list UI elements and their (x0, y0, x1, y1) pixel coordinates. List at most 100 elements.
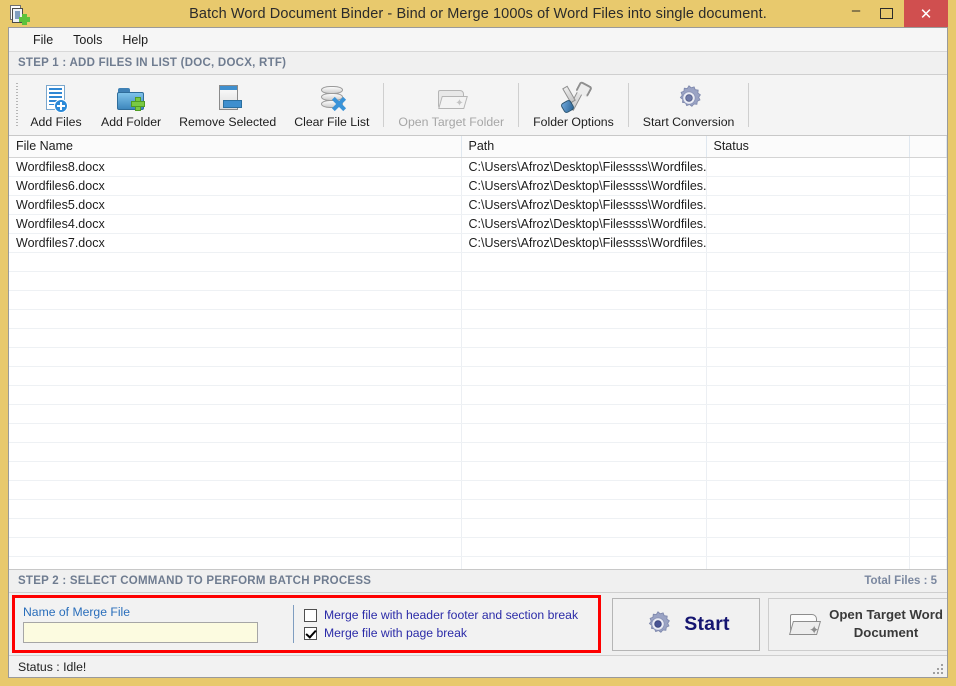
add-folder-label: Add Folder (101, 115, 161, 129)
add-files-icon (40, 83, 72, 113)
folder-options-button[interactable]: Folder Options (524, 75, 623, 135)
toolbar-separator-4 (748, 83, 749, 127)
app-document-add-icon (7, 3, 29, 25)
table-row-empty (9, 347, 947, 366)
menu-item-file[interactable]: File (23, 31, 63, 49)
cell-empty (9, 328, 461, 347)
cell-empty (706, 271, 909, 290)
window-controls: – ✕ (841, 0, 956, 27)
cell-path: C:\Users\Afroz\Desktop\Filessss\Wordfile… (461, 233, 706, 252)
checkbox-header-footer[interactable] (304, 609, 317, 622)
cell-path: C:\Users\Afroz\Desktop\Filessss\Wordfile… (461, 214, 706, 233)
cell-empty (9, 290, 461, 309)
open-label-line2: Document (854, 625, 918, 640)
maximize-button[interactable] (871, 0, 901, 27)
cell-file-name: Wordfiles6.docx (9, 176, 461, 195)
table-row[interactable]: Wordfiles4.docx C:\Users\Afroz\Desktop\F… (9, 214, 947, 233)
gear-icon (673, 83, 705, 113)
start-button[interactable]: Start (612, 598, 760, 651)
cell-empty (9, 271, 461, 290)
cell-empty (706, 461, 909, 480)
resize-grip[interactable] (931, 662, 943, 674)
cell-empty (909, 252, 947, 271)
add-folder-button[interactable]: Add Folder (92, 75, 170, 135)
table-row-empty (9, 480, 947, 499)
cell-empty (706, 252, 909, 271)
column-header-file-name[interactable]: File Name (9, 136, 461, 157)
table-row-empty (9, 309, 947, 328)
cell-empty (461, 442, 706, 461)
cell-file-name: Wordfiles5.docx (9, 195, 461, 214)
start-button-label: Start (684, 613, 729, 636)
cell-empty (909, 537, 947, 556)
clear-file-list-icon (316, 83, 348, 113)
cell-empty (461, 518, 706, 537)
table-header-row: File Name Path Status (9, 136, 947, 157)
menu-item-tools[interactable]: Tools (63, 31, 112, 49)
column-header-extra[interactable] (909, 136, 947, 157)
file-list[interactable]: File Name Path Status Wordfiles8.docx C:… (9, 136, 947, 570)
step2-header: STEP 2 : SELECT COMMAND TO PERFORM BATCH… (9, 570, 947, 593)
open-label-line1: Open Target Word (829, 607, 943, 622)
cell-empty (461, 252, 706, 271)
cell-empty (909, 271, 947, 290)
cell-empty (461, 385, 706, 404)
cell-empty (461, 366, 706, 385)
checkbox-row-page-break[interactable]: Merge file with page break (304, 626, 578, 640)
cell-file-name: Wordfiles4.docx (9, 214, 461, 233)
step1-header: STEP 1 : ADD FILES IN LIST (DOC, DOCX, R… (9, 52, 947, 75)
cell-empty (706, 347, 909, 366)
cell-empty (909, 290, 947, 309)
table-row-empty (9, 385, 947, 404)
cell-empty (9, 404, 461, 423)
title-bar: Batch Word Document Binder - Bind or Mer… (0, 0, 956, 27)
folder-options-label: Folder Options (533, 115, 614, 129)
table-row[interactable]: Wordfiles5.docx C:\Users\Afroz\Desktop\F… (9, 195, 947, 214)
table-row-empty (9, 518, 947, 537)
toolbar: Add Files Add Folder Remove Selected Cle… (9, 75, 947, 136)
open-word-folder-icon: ✦ (788, 609, 822, 639)
checkbox-page-break[interactable] (304, 627, 317, 640)
add-files-button[interactable]: Add Files (20, 75, 92, 135)
table-row-empty (9, 252, 947, 271)
table-row[interactable]: Wordfiles6.docx C:\Users\Afroz\Desktop\F… (9, 176, 947, 195)
tools-icon (557, 83, 589, 113)
table-row[interactable]: Wordfiles8.docx C:\Users\Afroz\Desktop\F… (9, 157, 947, 176)
cell-empty (9, 366, 461, 385)
cell-empty (909, 309, 947, 328)
minimize-button[interactable]: – (841, 0, 871, 27)
cell-extra (909, 157, 947, 176)
cell-empty (9, 537, 461, 556)
clear-file-list-button[interactable]: Clear File List (285, 75, 378, 135)
cell-empty (706, 480, 909, 499)
step1-header-label: STEP 1 : ADD FILES IN LIST (DOC, DOCX, R… (18, 57, 286, 69)
clear-file-list-label: Clear File List (294, 115, 369, 129)
menu-item-help[interactable]: Help (112, 31, 158, 49)
open-target-folder-button: ✦ Open Target Folder (389, 75, 513, 135)
checkbox-row-header-footer[interactable]: Merge file with header footer and sectio… (304, 608, 578, 622)
cell-status (706, 176, 909, 195)
column-header-path[interactable]: Path (461, 136, 706, 157)
merge-options-panel: Name of Merge File Merge file with heade… (12, 595, 601, 653)
close-button[interactable]: ✕ (904, 0, 948, 27)
open-target-word-document-button[interactable]: ✦ Open Target Word Document (768, 598, 948, 651)
cell-empty (9, 423, 461, 442)
cell-extra (909, 214, 947, 233)
cell-empty (909, 385, 947, 404)
toolbar-separator-3 (628, 83, 629, 127)
cell-empty (9, 518, 461, 537)
column-header-status[interactable]: Status (706, 136, 909, 157)
window-title: Batch Word Document Binder - Bind or Mer… (0, 6, 956, 22)
merge-name-input[interactable] (23, 622, 258, 643)
table-row-empty (9, 328, 947, 347)
table-row-empty (9, 556, 947, 570)
start-conversion-button[interactable]: Start Conversion (634, 75, 744, 135)
toolbar-separator-1 (383, 83, 384, 127)
cell-empty (9, 442, 461, 461)
toolbar-grip[interactable] (13, 75, 20, 135)
table-row-empty (9, 461, 947, 480)
cell-empty (9, 309, 461, 328)
remove-selected-button[interactable]: Remove Selected (170, 75, 285, 135)
cell-empty (706, 404, 909, 423)
table-row[interactable]: Wordfiles7.docx C:\Users\Afroz\Desktop\F… (9, 233, 947, 252)
